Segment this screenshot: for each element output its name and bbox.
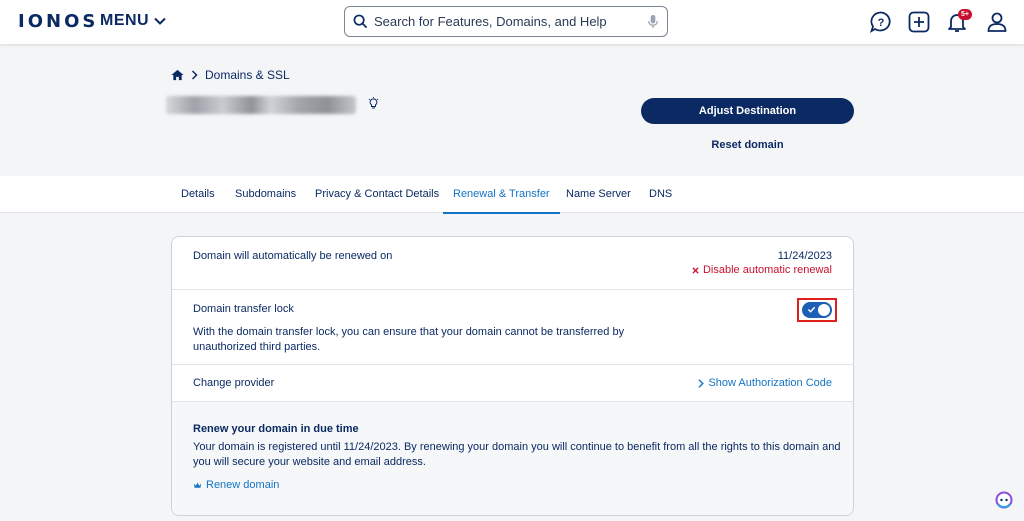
renew-info-box: Renew your domain in due time Your domai… <box>172 402 853 515</box>
renewal-date: 11/24/2023 <box>777 250 832 262</box>
menu-chevron-icon <box>154 17 166 25</box>
show-authorization-code-link[interactable]: Show Authorization Code <box>698 377 832 389</box>
adjust-destination-button[interactable]: Adjust Destination <box>641 98 854 124</box>
breadcrumb-domains-ssl[interactable]: Domains & SSL <box>205 68 290 82</box>
breadcrumb: Domains & SSL <box>171 68 290 82</box>
change-provider-title: Change provider <box>193 377 275 389</box>
breadcrumb-chevron-icon <box>191 70 198 80</box>
chevron-right-icon <box>698 378 705 388</box>
reset-domain-link[interactable]: Reset domain <box>641 139 854 151</box>
show-authorization-code-label: Show Authorization Code <box>708 377 832 389</box>
search-input[interactable] <box>374 14 647 29</box>
close-x-icon <box>692 266 699 274</box>
microphone-icon[interactable] <box>647 14 659 29</box>
crown-icon <box>193 482 202 488</box>
menu-label: MENU <box>100 12 150 29</box>
renew-info-title: Renew your domain in due time <box>193 423 359 435</box>
toggle-knob <box>818 304 830 316</box>
renew-domain-link[interactable]: Renew domain <box>193 479 279 491</box>
tab-privacy-contact-details[interactable]: Privacy & Contact Details <box>315 176 439 213</box>
svg-text:?: ? <box>878 17 885 29</box>
tab-name-server[interactable]: Name Server <box>566 176 631 213</box>
search-icon <box>353 14 368 29</box>
renewal-transfer-card: Domain will automatically be renewed on … <box>171 236 854 516</box>
transfer-lock-row: Domain transfer lock With the domain tra… <box>172 290 853 365</box>
renew-info-text: Your domain is registered until 11/24/20… <box>193 441 841 468</box>
notification-badge: 5+ <box>958 9 972 20</box>
menu-button[interactable]: MENU <box>100 12 167 30</box>
disable-auto-renewal-label: Disable automatic renewal <box>702 264 832 276</box>
add-icon[interactable] <box>907 10 931 34</box>
help-chat-icon[interactable]: ? <box>869 10 893 34</box>
user-icon[interactable] <box>985 10 1009 34</box>
auto-renewal-row: Domain will automatically be renewed on … <box>172 237 853 290</box>
tab-subdomains[interactable]: Subdomains <box>235 176 296 213</box>
tab-renewal-transfer[interactable]: Renewal & Transfer <box>443 176 560 214</box>
bulb-icon[interactable] <box>368 97 379 110</box>
transfer-lock-title: Domain transfer lock <box>193 303 294 315</box>
search-box <box>344 6 668 37</box>
transfer-lock-toggle[interactable] <box>802 302 832 318</box>
transfer-lock-description: With the domain transfer lock, you can e… <box>193 326 625 353</box>
home-icon[interactable] <box>171 69 184 81</box>
renew-domain-label: Renew domain <box>206 479 280 491</box>
tab-dns[interactable]: DNS <box>649 176 672 213</box>
auto-renewal-title: Domain will automatically be renewed on <box>193 250 393 262</box>
tabs-bar: Details Subdomains Privacy & Contact Det… <box>0 176 1024 214</box>
ionos-logo[interactable]: IONOS <box>18 11 98 32</box>
chatbot-icon[interactable] <box>994 490 1014 510</box>
transfer-lock-toggle-highlight <box>797 298 837 322</box>
top-navigation-bar: IONOS MENU ? 5+ <box>0 0 1024 44</box>
disable-auto-renewal-link[interactable]: Disable automatic renewal <box>692 264 832 276</box>
check-icon <box>807 306 816 313</box>
tab-details[interactable]: Details <box>181 176 215 213</box>
domain-name-redacted <box>166 96 356 114</box>
